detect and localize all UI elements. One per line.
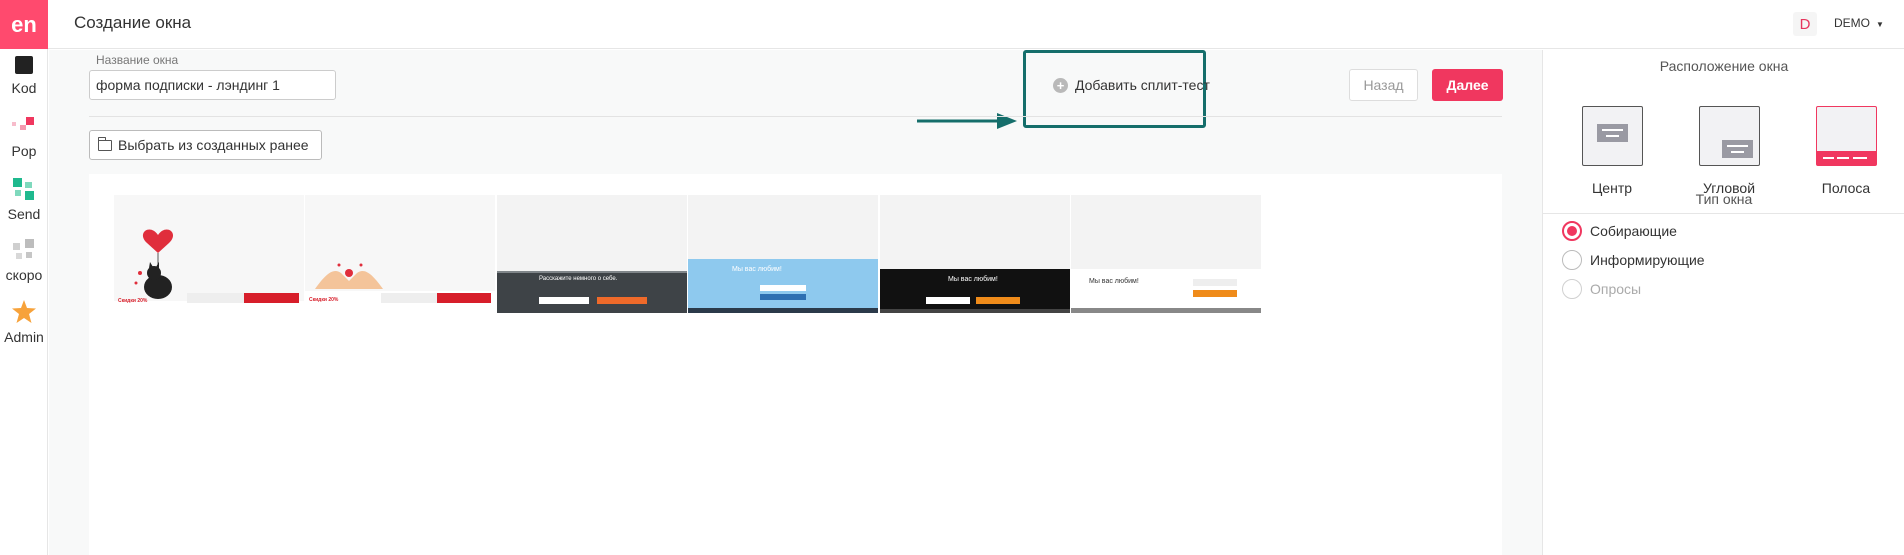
template-title: Скидки 20% — [309, 297, 339, 303]
radio-label: Собирающие — [1590, 223, 1677, 239]
avatar[interactable]: D — [1793, 12, 1817, 36]
dots-icon — [12, 117, 34, 130]
rail-item-label: Pop — [11, 143, 37, 159]
radio-checked-icon — [1562, 221, 1582, 241]
cat-heart-illustration — [114, 195, 304, 313]
template-thumb[interactable]: Скидки 20% — [305, 195, 495, 313]
rail-item-soon[interactable]: скоро — [0, 239, 48, 283]
logo[interactable]: en — [0, 0, 48, 49]
divider — [89, 116, 1502, 117]
add-split-test-button[interactable]: + Добавить сплит-тест — [1053, 73, 1210, 97]
split-test-label: Добавить сплит-тест — [1075, 77, 1210, 93]
corner-layout-icon — [1698, 106, 1760, 166]
window-name-label: Название окна — [96, 53, 179, 67]
dark-form-illustration — [497, 195, 687, 313]
settings-panel: Расположение окна Центр Угловой Полоса Т… — [1542, 50, 1904, 555]
folder-icon — [97, 136, 112, 151]
left-rail: en Kod Pop Send скоро Admin — [0, 0, 48, 555]
choose-existing-button[interactable]: Выбрать из созданных ранее — [89, 130, 322, 160]
star-icon — [12, 300, 36, 323]
type-section-title: Тип окна — [1695, 191, 1753, 207]
position-strip-option[interactable]: Полоса — [1815, 106, 1877, 196]
rail-item-kod[interactable]: Kod — [0, 56, 48, 96]
logo-text: en — [11, 11, 37, 37]
template-gallery: Скидки 20% Скидки 20% Расскажите немного… — [89, 174, 1502, 555]
template-thumb[interactable]: Мы вас любим! — [880, 195, 1070, 313]
template-thumb[interactable]: Мы вас любим! — [1071, 195, 1261, 313]
radio-disabled-icon — [1562, 279, 1582, 299]
panel-divider — [1543, 213, 1904, 214]
account-label: DEMO — [1834, 16, 1870, 30]
template-thumb[interactable]: Расскажите немного о себе. — [497, 195, 687, 313]
template-title: Мы вас любим! — [732, 266, 782, 273]
account-menu[interactable]: DEMO ▼ — [1834, 16, 1884, 30]
type-surveys-radio: Опросы — [1562, 279, 1641, 299]
next-button[interactable]: Далее — [1432, 69, 1503, 101]
chevron-down-icon: ▼ — [1876, 20, 1884, 29]
page-title: Создание окна — [74, 13, 192, 32]
template-title: Расскажите немного о себе. — [539, 276, 618, 282]
radio-label: Опросы — [1590, 281, 1642, 297]
app-root: en Kod Pop Send скоро Admin Создание окн… — [0, 0, 1904, 555]
blue-form-illustration — [688, 195, 878, 313]
rail-item-label: Send — [7, 206, 41, 222]
rail-item-label: Admin — [4, 329, 44, 345]
template-title: Мы вас любим! — [1089, 278, 1139, 285]
rail-item-send[interactable]: Send — [0, 178, 48, 222]
avatar-letter: D — [1799, 15, 1811, 33]
rail-item-label: Kod — [11, 80, 37, 96]
type-collecting-radio[interactable]: Собирающие — [1562, 221, 1677, 241]
template-title: Скидки 20% — [118, 298, 148, 304]
template-thumb[interactable]: Скидки 20% — [114, 195, 304, 313]
annotation-arrow — [917, 113, 1017, 129]
rail-item-label: скоро — [5, 267, 43, 283]
rail-item-pop[interactable]: Pop — [0, 117, 48, 159]
main-area: Название окна + Добавить сплит-тест Наза… — [49, 50, 1542, 555]
position-corner-option[interactable]: Угловой — [1698, 106, 1760, 196]
type-informing-radio[interactable]: Информирующие — [1562, 250, 1705, 270]
grid-gray-icon — [13, 239, 34, 259]
rail-item-admin[interactable]: Admin — [0, 300, 48, 345]
grid-icon — [13, 178, 34, 200]
black-form-illustration — [880, 195, 1070, 313]
window-name-input[interactable] — [89, 70, 336, 100]
white-form-illustration — [1071, 195, 1261, 313]
plus-circle-icon: + — [1053, 77, 1068, 93]
radio-label: Информирующие — [1590, 252, 1705, 268]
template-thumb[interactable]: Мы вас любим! — [688, 195, 878, 313]
hands-heart-illustration — [305, 195, 495, 313]
top-header: Создание окна D DEMO ▼ — [48, 0, 1904, 49]
position-center-option[interactable]: Центр — [1581, 106, 1643, 196]
square-icon — [15, 56, 33, 74]
radio-unchecked-icon — [1562, 250, 1582, 270]
position-section-title: Расположение окна — [1659, 58, 1789, 74]
back-button[interactable]: Назад — [1349, 69, 1418, 101]
template-title: Мы вас любим! — [948, 276, 998, 283]
choose-existing-label: Выбрать из созданных ранее — [118, 137, 309, 153]
center-layout-icon — [1581, 106, 1643, 166]
strip-layout-icon — [1815, 106, 1877, 166]
